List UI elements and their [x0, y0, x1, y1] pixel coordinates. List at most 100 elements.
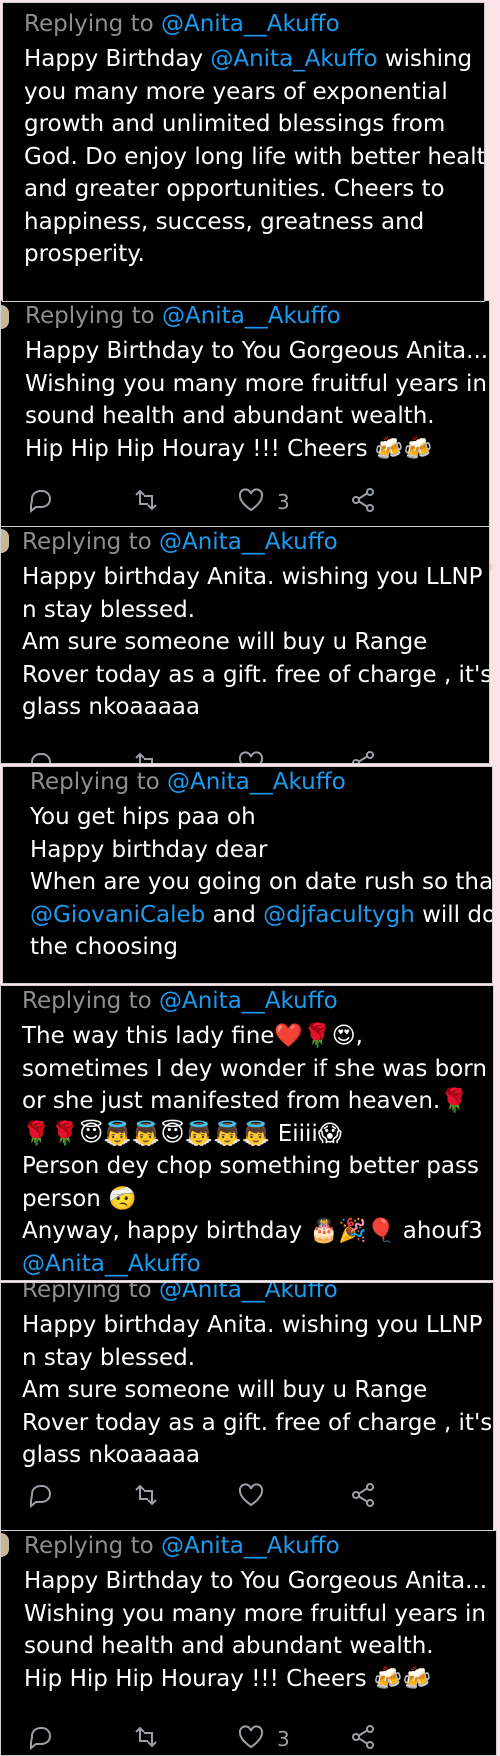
share-button[interactable]: [349, 486, 377, 518]
like-button[interactable]: 3: [237, 1723, 290, 1755]
tweet-text-line: When are you going on date rush so that: [30, 866, 493, 899]
like-count: 3: [277, 1727, 290, 1751]
text-segment: and greater opportunities. Cheers to: [24, 176, 445, 202]
share-icon: [349, 1723, 377, 1755]
text-segment: happiness, success, greatness and: [24, 208, 425, 235]
text-segment: Am sure someone will buy u Range: [22, 629, 428, 655]
tweet-text-line: Am sure someone will buy u Range: [22, 626, 489, 659]
tweet-text-line: or she just manifested from heaven.🌹: [22, 1085, 487, 1118]
tweet-text-line: glass nkoaaaaa: [22, 1439, 492, 1472]
tweet-actions: [27, 1481, 473, 1517]
reply-button[interactable]: [27, 1481, 55, 1513]
tweet-text-line: Person dey chop something better pass: [22, 1150, 487, 1183]
tweet-text-line: 🌹🌹😇👼👼😇👼👼👼 Eiiii😱: [22, 1118, 487, 1151]
text-segment: will do: [414, 901, 493, 928]
tweet-text-line: person 🤕: [22, 1183, 487, 1216]
text-segment: or she just manifested from heaven.🌹: [22, 1088, 469, 1114]
tweet-card[interactable]: Replying to @Anita__Akuffo Happy Birthda…: [0, 1530, 497, 1756]
tweet-card[interactable]: Replying to @Anita__Akuffo You get hips …: [2, 766, 493, 984]
retweet-icon: [132, 749, 160, 763]
tweet-text-line: Hip Hip Hip Houray !!! Cheers 🍻🍻: [25, 433, 488, 466]
retweet-button[interactable]: [132, 1481, 160, 1513]
retweet-button[interactable]: [132, 486, 160, 518]
reply-prefix: Replying to: [22, 988, 152, 1014]
tweet-actions: 3: [27, 486, 469, 522]
tweet-text-line: prosperity.: [24, 238, 484, 271]
text-segment: Hip Hip Hip Houray !!! Cheers 🍻🍻: [25, 435, 433, 462]
avatar[interactable]: [1, 1533, 9, 1557]
share-button[interactable]: [349, 1723, 377, 1755]
reply-handle-link[interactable]: @Anita__Akuffo: [161, 11, 340, 37]
text-segment: Anyway, happy birthday 🎂🎉🎈 ahouf3: [22, 1218, 483, 1244]
like-button[interactable]: 3: [237, 486, 290, 518]
reply-button[interactable]: [27, 486, 55, 518]
tweet-card[interactable]: Replying to @Anita__Akuffo The way this …: [0, 985, 494, 1281]
tweet-text-line: Wishing you many more fruitful years in: [24, 1598, 487, 1631]
tweet-card[interactable]: Replying to @Anita__Akuffo Happy Birthda…: [2, 2, 485, 302]
text-segment: Rover today as a gift. free of charge , …: [22, 1409, 493, 1436]
text-segment: God. Do enjoy long life with better heal…: [24, 143, 485, 170]
text-segment: 🌹🌹😇👼👼😇👼👼👼 Eiiii😱: [22, 1120, 342, 1147]
text-segment: person 🤕: [22, 1185, 137, 1212]
reply-handle-link[interactable]: @Anita__Akuffo: [167, 769, 346, 795]
like-button[interactable]: [237, 1481, 265, 1513]
text-segment: The way this lady fine❤️🌹😍,: [22, 1023, 363, 1049]
tweet-text-line: you many more years of exponential: [24, 76, 484, 109]
reply-handle-link[interactable]: @Anita__Akuffo: [162, 303, 341, 329]
share-icon: [349, 1481, 377, 1513]
tweet-card[interactable]: Replying to @Anita__Akuffo Happy birthda…: [0, 526, 490, 764]
tweet-text-line: Happy birthday Anita. wishing you LLNP: [22, 1309, 492, 1342]
tweet-text-line: God. Do enjoy long life with better heal…: [24, 141, 485, 174]
replying-to: Replying to @Anita__Akuffo: [22, 1282, 492, 1305]
reply-button[interactable]: [27, 1723, 55, 1755]
tweet-text-line: glass nkoaaaaa: [22, 691, 489, 724]
tweet-text: Happy Birthday @Anita_Akuffo wishing you …: [24, 43, 485, 271]
replying-to: Replying to @Anita__Akuffo: [25, 301, 488, 331]
tweet-text-line: Rover today as a gift. free of charge , …: [22, 1407, 492, 1440]
mention-link[interactable]: @Anita_Akuffo: [210, 46, 377, 72]
retweet-icon: [132, 1723, 160, 1755]
avatar[interactable]: [1, 305, 9, 329]
text-segment: n stay blessed.: [22, 1344, 196, 1371]
text-segment: Wishing you many more fruitful years in: [24, 1600, 487, 1627]
tweet-text-line: Rover today as a gift. free of charge , …: [22, 659, 489, 692]
reply-icon: [27, 1723, 55, 1755]
like-icon: [237, 749, 265, 763]
reply-button[interactable]: [27, 749, 55, 763]
tweet-text-line: Happy birthday dear: [30, 834, 492, 867]
text-segment: When are you going on date rush so that: [30, 869, 493, 895]
tweet-text-line: growth and unlimited blessings from: [24, 108, 484, 141]
reply-handle-link[interactable]: @Anita__Akuffo: [159, 1283, 338, 1303]
tweet-text-line: Anyway, happy birthday 🎂🎉🎈 ahouf3: [22, 1215, 487, 1248]
tweet-text-line: the choosing: [30, 931, 492, 964]
replying-to: Replying to @Anita__Akuffo: [22, 527, 489, 557]
reply-prefix: Replying to: [22, 529, 152, 555]
tweet-text-line: The way this lady fine❤️🌹😍,: [22, 1020, 487, 1053]
mention-link[interactable]: @GiovaniCaleb: [30, 902, 205, 928]
tweet-card[interactable]: Replying to @Anita__Akuffo Happy Birthda…: [0, 300, 490, 528]
tweet-card[interactable]: Replying to @Anita__Akuffo Happy birthda…: [0, 1282, 494, 1532]
reply-handle-link[interactable]: @Anita__Akuffo: [161, 1533, 340, 1559]
reply-handle-link[interactable]: @Anita__Akuffo: [159, 529, 338, 555]
text-segment: Happy Birthday to You Gorgeous Anita...: [24, 1568, 488, 1594]
replying-to: Replying to @Anita__Akuffo: [30, 767, 492, 797]
reply-prefix: Replying to: [22, 1282, 152, 1303]
retweet-button[interactable]: [132, 1723, 160, 1755]
mention-link[interactable]: @Anita__Akuffo: [22, 1251, 201, 1277]
mention-link[interactable]: @djfacultygh: [263, 902, 415, 928]
share-button[interactable]: [349, 749, 377, 763]
share-button[interactable]: [349, 1481, 377, 1513]
retweet-icon: [132, 1481, 160, 1513]
text-segment: Happy birthday Anita. wishing you LLNP: [22, 1312, 483, 1338]
like-count: 3: [277, 490, 290, 514]
text-segment: glass nkoaaaaa: [22, 694, 200, 720]
like-button[interactable]: [237, 749, 265, 763]
share-icon: [349, 749, 377, 763]
avatar[interactable]: [1, 529, 9, 553]
retweet-button[interactable]: [132, 749, 160, 763]
text-segment: Happy birthday dear: [30, 836, 268, 863]
tweet-text-line: Happy birthday Anita. wishing you LLNP: [22, 561, 489, 594]
reply-handle-link[interactable]: @Anita__Akuffo: [159, 988, 338, 1014]
tweet-text: Happy Birthday to You Gorgeous Anita... W…: [24, 1565, 487, 1695]
tweet-text-line: Hip Hip Hip Houray !!! Cheers 🍻🍻: [24, 1663, 487, 1696]
